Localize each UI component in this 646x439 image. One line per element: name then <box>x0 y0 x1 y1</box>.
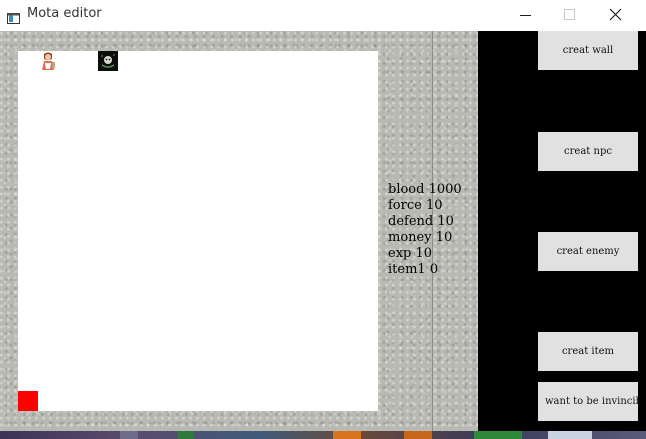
stat-label: money <box>388 230 432 245</box>
create-wall-button[interactable]: creat wall <box>538 31 638 70</box>
create-enemy-button[interactable]: creat enemy <box>538 232 638 271</box>
minimize-icon <box>520 15 531 16</box>
mota-editor-window: Mota editor blood 1000 force 10 defend 1… <box>0 0 646 431</box>
stat-label: blood <box>388 182 425 197</box>
stat-value: 10 <box>437 214 454 229</box>
monster-sprite-icon[interactable] <box>98 51 118 71</box>
map-grid[interactable] <box>18 51 378 411</box>
stat-value: 1000 <box>428 182 462 197</box>
selection-cursor[interactable] <box>18 391 38 411</box>
stat-label: defend <box>388 214 434 229</box>
stat-value: 10 <box>425 198 443 213</box>
minimize-button[interactable] <box>508 0 554 31</box>
stat-row-exp: exp 10 <box>388 246 462 262</box>
maximize-button[interactable] <box>554 0 600 31</box>
taskbar-app-icon[interactable] <box>548 431 592 439</box>
stat-row-defend: defend 10 <box>388 214 462 230</box>
taskbar-app-icon[interactable] <box>333 431 361 439</box>
taskbar-app-icon[interactable] <box>474 431 522 439</box>
window-app-icon <box>7 9 20 24</box>
taskbar-app-icon[interactable] <box>404 431 432 439</box>
taskbar-app-icon[interactable] <box>178 431 194 439</box>
stat-value: 0 <box>429 262 439 277</box>
close-icon <box>609 8 622 21</box>
stat-label: item1 <box>388 262 426 277</box>
invincible-button[interactable]: want to be invincible <box>538 382 638 421</box>
maximize-icon <box>564 9 575 20</box>
window-title: Mota editor <box>27 6 102 21</box>
close-button[interactable] <box>600 0 646 31</box>
taskbar-app-icon[interactable] <box>120 431 138 439</box>
title-bar: Mota editor <box>0 0 646 32</box>
hero-stats: blood 1000 force 10 defend 10 money 10 e… <box>388 182 462 278</box>
stat-value: 10 <box>415 246 433 261</box>
stat-row-force: force 10 <box>388 198 462 214</box>
create-item-button[interactable]: creat item <box>538 332 638 371</box>
stat-label: force <box>388 198 422 213</box>
create-npc-button[interactable]: creat npc <box>538 132 638 171</box>
tool-panel <box>478 31 646 431</box>
stat-row-blood: blood 1000 <box>388 182 462 198</box>
stat-value: 10 <box>435 230 453 245</box>
stat-row-money: money 10 <box>388 230 462 246</box>
hero-sprite-icon[interactable] <box>38 51 58 71</box>
stat-row-item1: item1 0 <box>388 262 462 278</box>
stat-label: exp <box>388 246 412 261</box>
